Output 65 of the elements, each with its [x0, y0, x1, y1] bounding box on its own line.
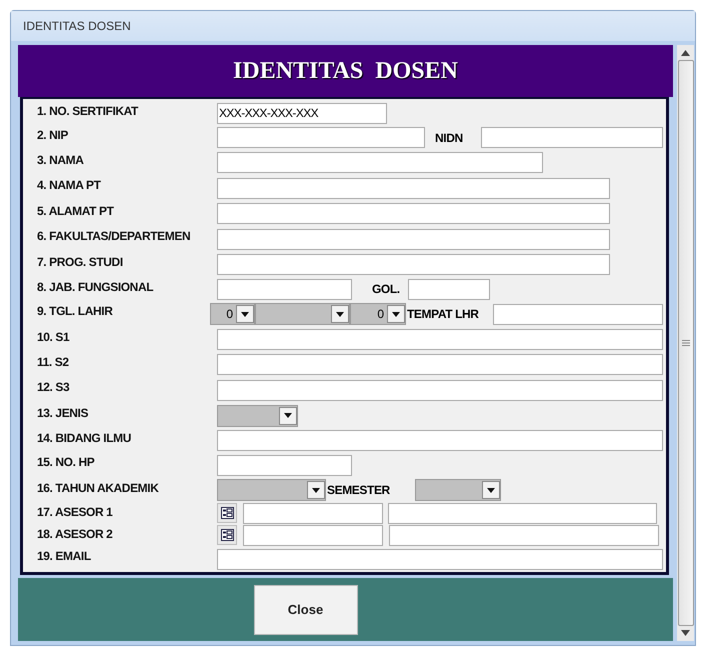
text-field[interactable]: [243, 524, 383, 546]
text-field[interactable]: [243, 502, 383, 524]
scroll-up-icon[interactable]: [681, 50, 690, 56]
text-field[interactable]: [217, 329, 663, 350]
field-label: 16. TAHUN AKADEMIK: [37, 480, 160, 495]
text-field[interactable]: [217, 380, 663, 400]
field-label: 5. ALAMAT PT: [37, 203, 115, 218]
text-field[interactable]: [217, 127, 425, 148]
text-field[interactable]: [389, 524, 659, 546]
text-field[interactable]: [217, 548, 663, 570]
field-label: TEMPAT LHR: [407, 307, 480, 321]
text-field[interactable]: [217, 152, 543, 173]
field-label: 1. NO. SERTIFIKAT: [37, 103, 140, 118]
field-label: 19. EMAIL: [37, 548, 92, 563]
dropdown[interactable]: 0: [350, 303, 406, 325]
field-label: 6. FAKULTAS/DEPARTEMEN: [37, 228, 192, 243]
dropdown[interactable]: [217, 404, 298, 426]
text-field[interactable]: [217, 454, 352, 476]
field-label: 10. S1: [37, 329, 70, 344]
caret-icon: [241, 312, 249, 316]
text-field[interactable]: [493, 304, 663, 324]
caret-icon: [284, 413, 292, 418]
field-label: 12. S3: [37, 379, 70, 394]
form-title: IDENTITAS DOSEN: [233, 58, 458, 84]
field-label: 3. NAMA: [37, 152, 85, 167]
caret-icon: [487, 488, 495, 492]
text-field[interactable]: [217, 430, 663, 450]
caret-icon: [336, 312, 344, 316]
scroll-down-icon[interactable]: [681, 630, 690, 636]
text-field[interactable]: [217, 254, 610, 275]
text-field[interactable]: XXX-XXX-XXX-XXX: [217, 102, 387, 124]
window-title: IDENTITAS DOSEN: [23, 19, 131, 33]
list-form-icon: [220, 529, 234, 541]
text-field[interactable]: [481, 127, 663, 148]
caret-icon: [312, 488, 320, 492]
field-label: SEMESTER: [327, 483, 391, 497]
close-button[interactable]: Close: [254, 584, 358, 634]
lookup-button[interactable]: [217, 525, 237, 545]
field-label: 18. ASESOR 2: [37, 526, 114, 541]
field-label: 13. JENIS: [37, 405, 90, 420]
text-field[interactable]: [388, 502, 657, 524]
lookup-button[interactable]: [217, 503, 237, 523]
field-label: 8. JAB. FUNGSIONAL: [37, 279, 154, 294]
field-label: 17. ASESOR 1: [37, 504, 114, 519]
dropdown[interactable]: [255, 303, 350, 325]
text-field[interactable]: [217, 203, 610, 224]
caret-icon: [392, 312, 400, 316]
field-label: 4. NAMA PT: [37, 177, 102, 192]
field-label: NIDN: [435, 130, 464, 144]
text-field[interactable]: [217, 178, 610, 198]
text-field[interactable]: [217, 278, 352, 300]
field-label: 7. PROG. STUDI: [37, 254, 124, 269]
list-form-icon: [220, 507, 234, 519]
dropdown[interactable]: 0: [210, 303, 255, 325]
field-label: 11. S2: [37, 354, 70, 369]
text-field[interactable]: [217, 228, 610, 250]
field-label: 2. NIP: [37, 127, 69, 142]
dropdown[interactable]: [415, 479, 501, 501]
field-label: 9. TGL. LAHIR: [37, 303, 114, 318]
grip-icon: [682, 340, 690, 346]
field-label: 14. BIDANG ILMU: [37, 430, 132, 445]
field-label: 15. NO. HP: [37, 454, 96, 469]
field-label: GOL.: [372, 282, 401, 296]
text-field[interactable]: [408, 278, 490, 300]
text-field[interactable]: [217, 354, 663, 375]
